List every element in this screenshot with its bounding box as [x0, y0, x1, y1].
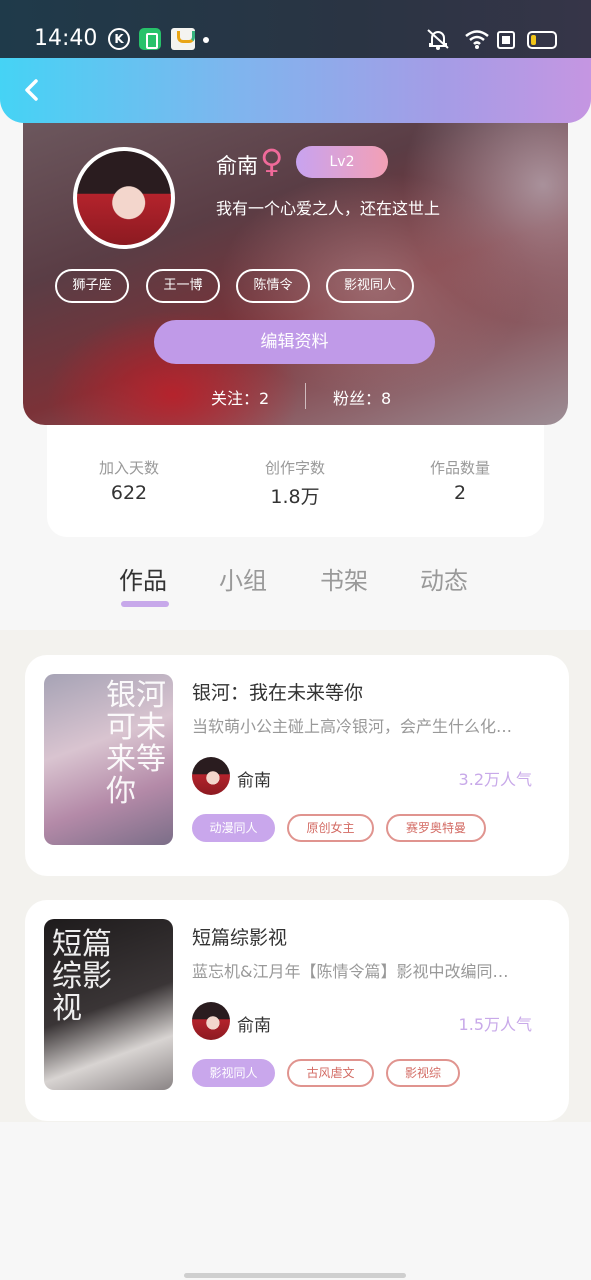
- tab-activity[interactable]: 动态: [420, 561, 468, 596]
- edit-profile-button[interactable]: 编辑资料: [154, 320, 435, 364]
- work-title[interactable]: 银河：我在未来等你: [192, 678, 363, 705]
- work-tag[interactable]: 原创女主: [287, 814, 374, 842]
- cover-title: 银河可未来等你: [106, 678, 166, 809]
- chevron-left-icon: [25, 79, 38, 101]
- follow-divider: [305, 383, 306, 409]
- notification-dot-icon: [203, 37, 209, 43]
- profile-tag[interactable]: 王一博: [146, 269, 220, 303]
- k-app-icon: K: [108, 28, 130, 50]
- stat-label: 作品数量: [429, 459, 490, 477]
- screen-record-icon: [497, 31, 515, 49]
- works-list: 银河可未来等你 银河：我在未来等你 当软萌小公主碰上高冷银河，会产生什么化… 俞…: [0, 630, 591, 1122]
- mute-bell-icon: [425, 28, 449, 50]
- stat-value: 622: [110, 482, 148, 504]
- header-bar: [0, 58, 591, 123]
- work-description: 当软萌小公主碰上高冷银河，会产生什么化…: [192, 717, 513, 736]
- work-tag[interactable]: 赛罗奥特曼: [386, 814, 486, 842]
- back-button[interactable]: [14, 72, 50, 108]
- avatar[interactable]: [73, 147, 175, 249]
- phone-app-icon: [139, 28, 161, 50]
- work-title[interactable]: 短篇综影视: [192, 923, 287, 950]
- level-badge: Lv2: [296, 146, 388, 178]
- tab-bookshelf[interactable]: 书架: [320, 561, 368, 596]
- stat-works-count: 作品数量 2: [400, 457, 520, 504]
- app-notification-icon: [171, 28, 195, 50]
- followers-count[interactable]: 粉丝：8: [333, 385, 391, 409]
- status-time: 14:40: [34, 26, 98, 51]
- stat-label: 创作字数: [264, 459, 325, 477]
- stat-value: 1.8万: [270, 486, 320, 508]
- work-tag[interactable]: 古风虐文: [287, 1059, 374, 1087]
- active-tab-indicator: [121, 601, 169, 607]
- work-tag[interactable]: 影视同人: [192, 1059, 275, 1087]
- work-tag[interactable]: 动漫同人: [192, 814, 275, 842]
- following-count[interactable]: 关注：2: [211, 385, 269, 409]
- follow-stats: 关注：2 粉丝：8: [23, 383, 568, 409]
- popularity-count: 3.2万人气: [458, 770, 532, 789]
- work-cover[interactable]: 银河可未来等你: [44, 674, 173, 845]
- cover-title: 短篇综影视: [52, 927, 112, 1026]
- profile-tag[interactable]: 影视同人: [326, 269, 414, 303]
- battery-icon: [527, 31, 557, 49]
- profile-tag[interactable]: 狮子座: [55, 269, 129, 303]
- stat-value: 2: [453, 482, 467, 504]
- profile-tabs: 作品 小组 书架 动态: [0, 555, 591, 625]
- stat-label: 加入天数: [98, 459, 159, 477]
- tab-works[interactable]: 作品: [119, 561, 167, 596]
- female-gender-icon: ♀: [260, 142, 284, 180]
- wifi-icon: [464, 28, 490, 50]
- work-cover[interactable]: 短篇综影视: [44, 919, 173, 1090]
- stat-word-count: 创作字数 1.8万: [235, 457, 355, 509]
- home-indicator[interactable]: [184, 1273, 406, 1278]
- work-description: 蓝忘机&江月年【陈情令篇】影视中改编同…: [192, 962, 509, 981]
- profile-card: 俞南 ♀ Lv2 我有一个心爱之人，还在这世上 狮子座 王一博 陈情令 影视同人…: [23, 105, 568, 425]
- work-tag[interactable]: 影视综: [386, 1059, 460, 1087]
- author-avatar[interactable]: [192, 757, 230, 795]
- author-avatar[interactable]: [192, 1002, 230, 1040]
- author-name[interactable]: 俞南: [237, 766, 271, 791]
- stat-join-days: 加入天数 622: [69, 457, 189, 504]
- author-name[interactable]: 俞南: [237, 1011, 271, 1036]
- work-card[interactable]: 短篇综影视 短篇综影视 蓝忘机&江月年【陈情令篇】影视中改编同… 俞南 1.5万…: [25, 900, 569, 1121]
- work-card[interactable]: 银河可未来等你 银河：我在未来等你 当软萌小公主碰上高冷银河，会产生什么化… 俞…: [25, 655, 569, 876]
- profile-tag[interactable]: 陈情令: [236, 269, 310, 303]
- profile-nickname: 俞南: [216, 154, 258, 178]
- popularity-count: 1.5万人气: [458, 1015, 532, 1034]
- tab-groups[interactable]: 小组: [219, 561, 267, 596]
- profile-signature: 我有一个心爱之人，还在这世上: [216, 199, 441, 218]
